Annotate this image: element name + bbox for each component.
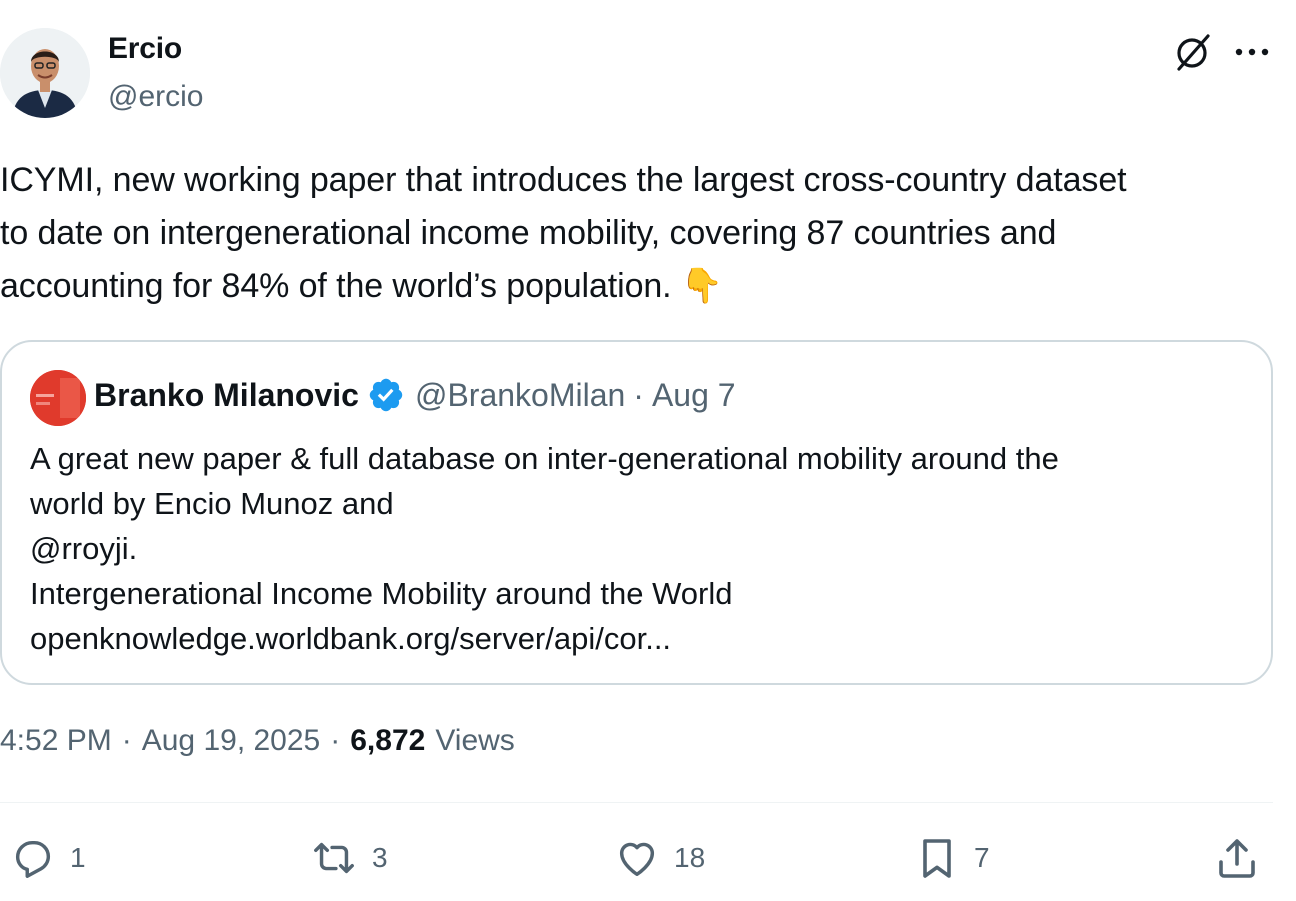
- grok-icon: [1177, 34, 1210, 71]
- verified-badge-icon: [367, 376, 405, 414]
- views-label: Views: [435, 724, 515, 757]
- quote-author-name[interactable]: Branko Milanovic: [94, 377, 359, 414]
- tweet-line: ICYMI, new working paper that introduces…: [0, 161, 1127, 199]
- quote-author-avatar[interactable]: [30, 370, 86, 426]
- repost-icon: [314, 842, 354, 874]
- quote-link[interactable]: openknowledge.worldbank.org/server/api/c…: [30, 616, 1250, 661]
- share-icon: [1219, 839, 1255, 878]
- separator-dot: ·: [330, 724, 341, 757]
- tweet-time[interactable]: 4:52 PM: [0, 724, 112, 758]
- quote-text: A great new paper & full database on int…: [30, 436, 1250, 661]
- tweet-line: to date on intergenerational income mobi…: [0, 214, 1057, 252]
- avatar-image: [0, 28, 90, 118]
- quote-date[interactable]: Aug 7: [652, 377, 736, 414]
- reply-count: 1: [70, 842, 86, 873]
- more-options-button[interactable]: [1230, 28, 1274, 76]
- tweet-text: ICYMI, new working paper that introduces…: [0, 154, 1290, 313]
- tweet-meta: 4:52 PM · Aug 19, 2025 · 6,872 Views: [0, 724, 515, 758]
- tweet-line: accounting for 84% of the world’s popula…: [0, 266, 724, 306]
- tweet-date[interactable]: Aug 19, 2025: [142, 724, 321, 758]
- author-avatar[interactable]: [0, 28, 90, 118]
- quote-author-handle[interactable]: @BrankoMilan: [415, 377, 625, 414]
- reply-icon: [15, 840, 51, 878]
- quote-line: world by Encio Munoz and: [30, 486, 394, 521]
- author-name[interactable]: Ercio: [108, 32, 182, 66]
- quote-line: Intergenerational Income Mobility around…: [30, 576, 733, 611]
- repost-count: 3: [372, 842, 388, 873]
- quote-line: A great new paper & full database on int…: [30, 441, 1059, 476]
- bookmark-icon: [923, 839, 951, 878]
- separator-dot: ·: [633, 376, 644, 413]
- heart-icon: [619, 842, 655, 877]
- divider: [0, 802, 1273, 803]
- bookmark-count: 7: [974, 842, 990, 873]
- like-button[interactable]: 18: [612, 828, 705, 888]
- separator-dot: ·: [121, 724, 132, 757]
- pointing-down-emoji: 👇: [680, 266, 724, 306]
- views-count: 6,872: [350, 724, 426, 757]
- quote-mention[interactable]: @rroyji.: [30, 526, 1250, 571]
- reply-button[interactable]: 1: [8, 828, 86, 888]
- share-button[interactable]: [1212, 828, 1262, 888]
- like-count: 18: [674, 842, 706, 873]
- bookmark-button[interactable]: 7: [912, 828, 990, 888]
- repost-button[interactable]: 3: [308, 828, 388, 888]
- more-icon: [1235, 48, 1269, 56]
- grok-button[interactable]: [1168, 28, 1216, 76]
- quote-avatar-image: [30, 370, 86, 426]
- quote-header: Branko Milanovic @BrankoMilan · Aug 7: [94, 376, 736, 414]
- action-bar: 1 3 18 7: [0, 828, 1296, 888]
- author-handle[interactable]: @ercio: [108, 80, 203, 114]
- quoted-tweet-card[interactable]: Branko Milanovic @BrankoMilan · Aug 7 A …: [0, 340, 1273, 685]
